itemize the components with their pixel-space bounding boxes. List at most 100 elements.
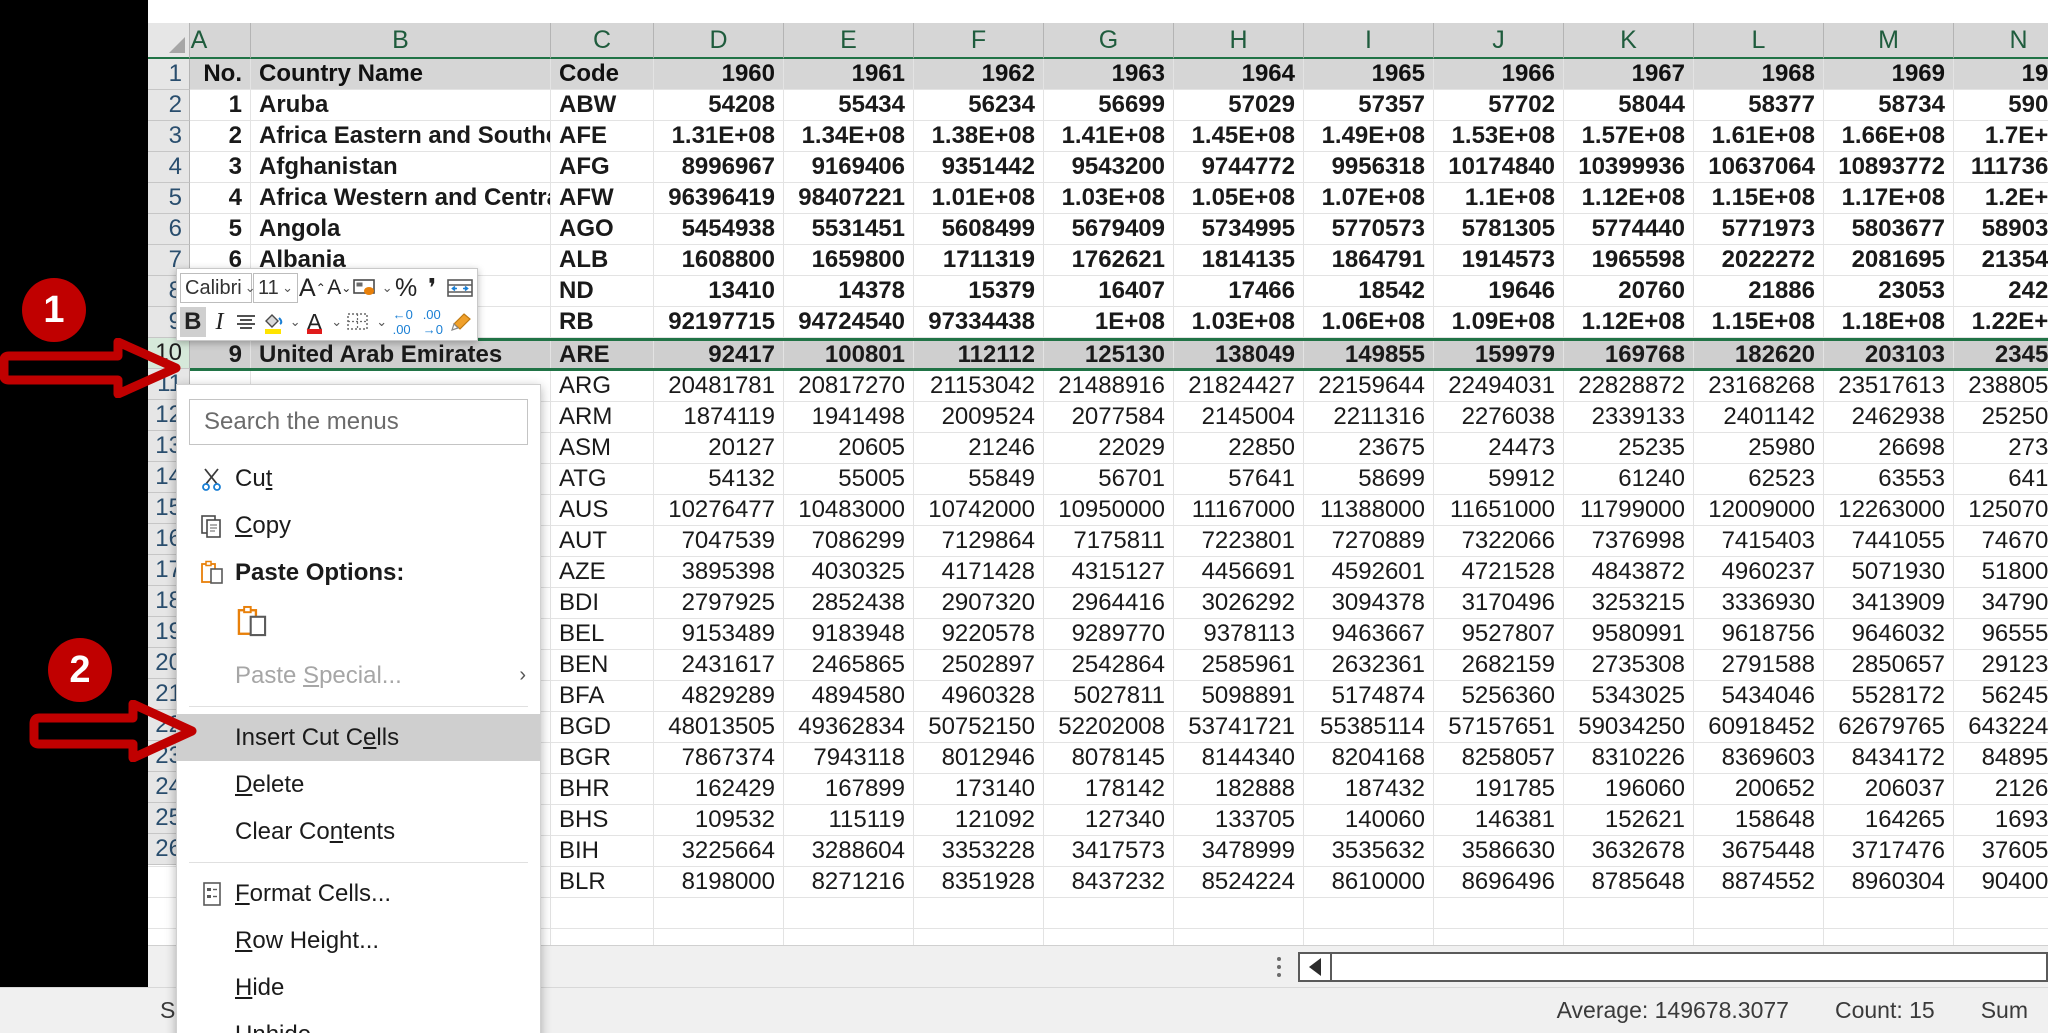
column-header-row[interactable]: ABCDEFGHIJKLMNOP — [148, 23, 2048, 59]
cell[interactable]: 2431617 — [654, 650, 784, 680]
cell[interactable]: 9580991 — [1564, 619, 1694, 649]
cell[interactable]: 9543200 — [1044, 152, 1174, 182]
cell[interactable]: 8351928 — [914, 867, 1044, 897]
cell[interactable]: 2009524 — [914, 402, 1044, 432]
cell[interactable]: 10637064 — [1694, 152, 1824, 182]
font-color-icon[interactable]: A — [302, 307, 328, 337]
cell[interactable]: 7047539 — [654, 526, 784, 556]
cell[interactable]: 10483000 — [784, 495, 914, 525]
cell[interactable]: 97334438 — [914, 307, 1044, 337]
cell[interactable]: 7322066 — [1434, 526, 1564, 556]
context-menu-item-cut[interactable]: Cut — [177, 455, 540, 502]
row-header-2[interactable]: 2 — [148, 90, 190, 121]
column-header-G[interactable]: G — [1044, 23, 1174, 59]
cell[interactable]: 64322486 — [1954, 712, 2048, 742]
cell[interactable]: 1964 — [1174, 59, 1304, 89]
cell[interactable]: 4456691 — [1174, 557, 1304, 587]
italic-icon[interactable]: I — [207, 307, 233, 337]
cell[interactable]: 58699 — [1304, 464, 1434, 494]
cell[interactable]: 55005 — [784, 464, 914, 494]
context-menu-item-hide[interactable]: Hide — [177, 964, 540, 1011]
cell[interactable]: 20817270 — [784, 371, 914, 401]
cell[interactable]: 1.31E+08 — [654, 121, 784, 151]
cell[interactable]: 7467086 — [1954, 526, 2048, 556]
cell[interactable]: 1966 — [1434, 59, 1564, 89]
cell[interactable]: 1814135 — [1174, 245, 1304, 275]
cell[interactable]: 2022272 — [1694, 245, 1824, 275]
cell[interactable]: 23053 — [1824, 276, 1954, 306]
cell[interactable]: 26698 — [1824, 433, 1954, 463]
accounting-number-format-icon[interactable] — [353, 273, 378, 303]
cell[interactable]: 5774440 — [1564, 214, 1694, 244]
chevron-down-icon[interactable]: ⌄ — [331, 314, 342, 330]
cell[interactable]: 196060 — [1564, 774, 1694, 804]
cell[interactable]: 55434 — [784, 90, 914, 120]
context-menu-item-format-cells[interactable]: Format Cells... — [177, 870, 540, 917]
cell[interactable]: 57641 — [1174, 464, 1304, 494]
cell[interactable]: 1.53E+08 — [1434, 121, 1564, 151]
cell[interactable]: 58377 — [1694, 90, 1824, 120]
cell[interactable]: 4721528 — [1434, 557, 1564, 587]
cell[interactable]: 56701 — [1044, 464, 1174, 494]
row-header-3[interactable]: 3 — [148, 121, 190, 152]
paste-keep-source-formatting-icon[interactable] — [235, 605, 269, 644]
cell[interactable]: 8258057 — [1434, 743, 1564, 773]
column-header-B[interactable]: B — [251, 23, 551, 59]
cell[interactable]: 5434046 — [1694, 681, 1824, 711]
cell[interactable]: 115119 — [784, 805, 914, 835]
cell[interactable]: 13410 — [654, 276, 784, 306]
cell[interactable]: 12263000 — [1824, 495, 1954, 525]
cell[interactable] — [784, 898, 914, 928]
table-row[interactable]: 5 Angola AGO 5454938 5531451 5608499 5679409 57… — [148, 214, 2048, 245]
cell[interactable]: 3478999 — [1174, 836, 1304, 866]
cell[interactable]: 1941498 — [784, 402, 914, 432]
cell[interactable] — [914, 898, 1044, 928]
cell[interactable] — [1174, 898, 1304, 928]
cell[interactable]: 1.1E+08 — [1434, 183, 1564, 213]
cell[interactable]: ATG — [551, 464, 654, 494]
column-header-J[interactable]: J — [1434, 23, 1564, 59]
cell[interactable]: 158648 — [1694, 805, 1824, 835]
cell[interactable]: 5256360 — [1434, 681, 1564, 711]
cell[interactable]: 3026292 — [1174, 588, 1304, 618]
cell[interactable]: 11799000 — [1564, 495, 1694, 525]
cell[interactable]: 5098891 — [1174, 681, 1304, 711]
cell[interactable]: AGO — [551, 214, 654, 244]
cell[interactable]: 1.66E+08 — [1824, 121, 1954, 151]
cell[interactable]: 21886 — [1694, 276, 1824, 306]
cell[interactable]: 187432 — [1304, 774, 1434, 804]
cell[interactable]: 1.12E+08 — [1564, 183, 1694, 213]
cell[interactable]: RB — [551, 307, 654, 337]
cell[interactable]: 9153489 — [654, 619, 784, 649]
cell[interactable]: 3413909 — [1824, 588, 1954, 618]
cell[interactable]: Angola — [251, 214, 551, 244]
cell[interactable]: 49362834 — [784, 712, 914, 742]
context-menu-item-copy[interactable]: Copy — [177, 502, 540, 549]
cell[interactable]: 1.41E+08 — [1044, 121, 1174, 151]
cell[interactable]: Code — [551, 59, 654, 89]
cell[interactable]: 2401142 — [1694, 402, 1824, 432]
cell[interactable]: 3632678 — [1564, 836, 1694, 866]
cell[interactable]: 62523 — [1694, 464, 1824, 494]
cell[interactable]: 2542864 — [1044, 650, 1174, 680]
cell[interactable]: 56699 — [1044, 90, 1174, 120]
cell[interactable]: 112112 — [914, 341, 1044, 368]
cell[interactable]: 159979 — [1434, 341, 1564, 368]
cell[interactable]: 169376 — [1954, 805, 2048, 835]
cell[interactable]: 5803677 — [1824, 214, 1954, 244]
cell[interactable]: 19646 — [1434, 276, 1564, 306]
cell[interactable]: 7441055 — [1824, 526, 1954, 556]
cell[interactable]: 138049 — [1174, 341, 1304, 368]
cell[interactable]: 8434172 — [1824, 743, 1954, 773]
cell[interactable]: 10276477 — [654, 495, 784, 525]
cell[interactable]: 5608499 — [914, 214, 1044, 244]
cell[interactable]: 17466 — [1174, 276, 1304, 306]
cell[interactable]: 2081695 — [1824, 245, 1954, 275]
column-header-M[interactable]: M — [1824, 23, 1954, 59]
cell[interactable]: 5781305 — [1434, 214, 1564, 244]
cell[interactable]: 2339133 — [1564, 402, 1694, 432]
cell[interactable]: 1.15E+08 — [1694, 307, 1824, 337]
cell[interactable]: 22828872 — [1564, 371, 1694, 401]
cell[interactable]: 57157651 — [1434, 712, 1564, 742]
context-menu-item-clear-contents[interactable]: Clear Contents — [177, 808, 540, 855]
